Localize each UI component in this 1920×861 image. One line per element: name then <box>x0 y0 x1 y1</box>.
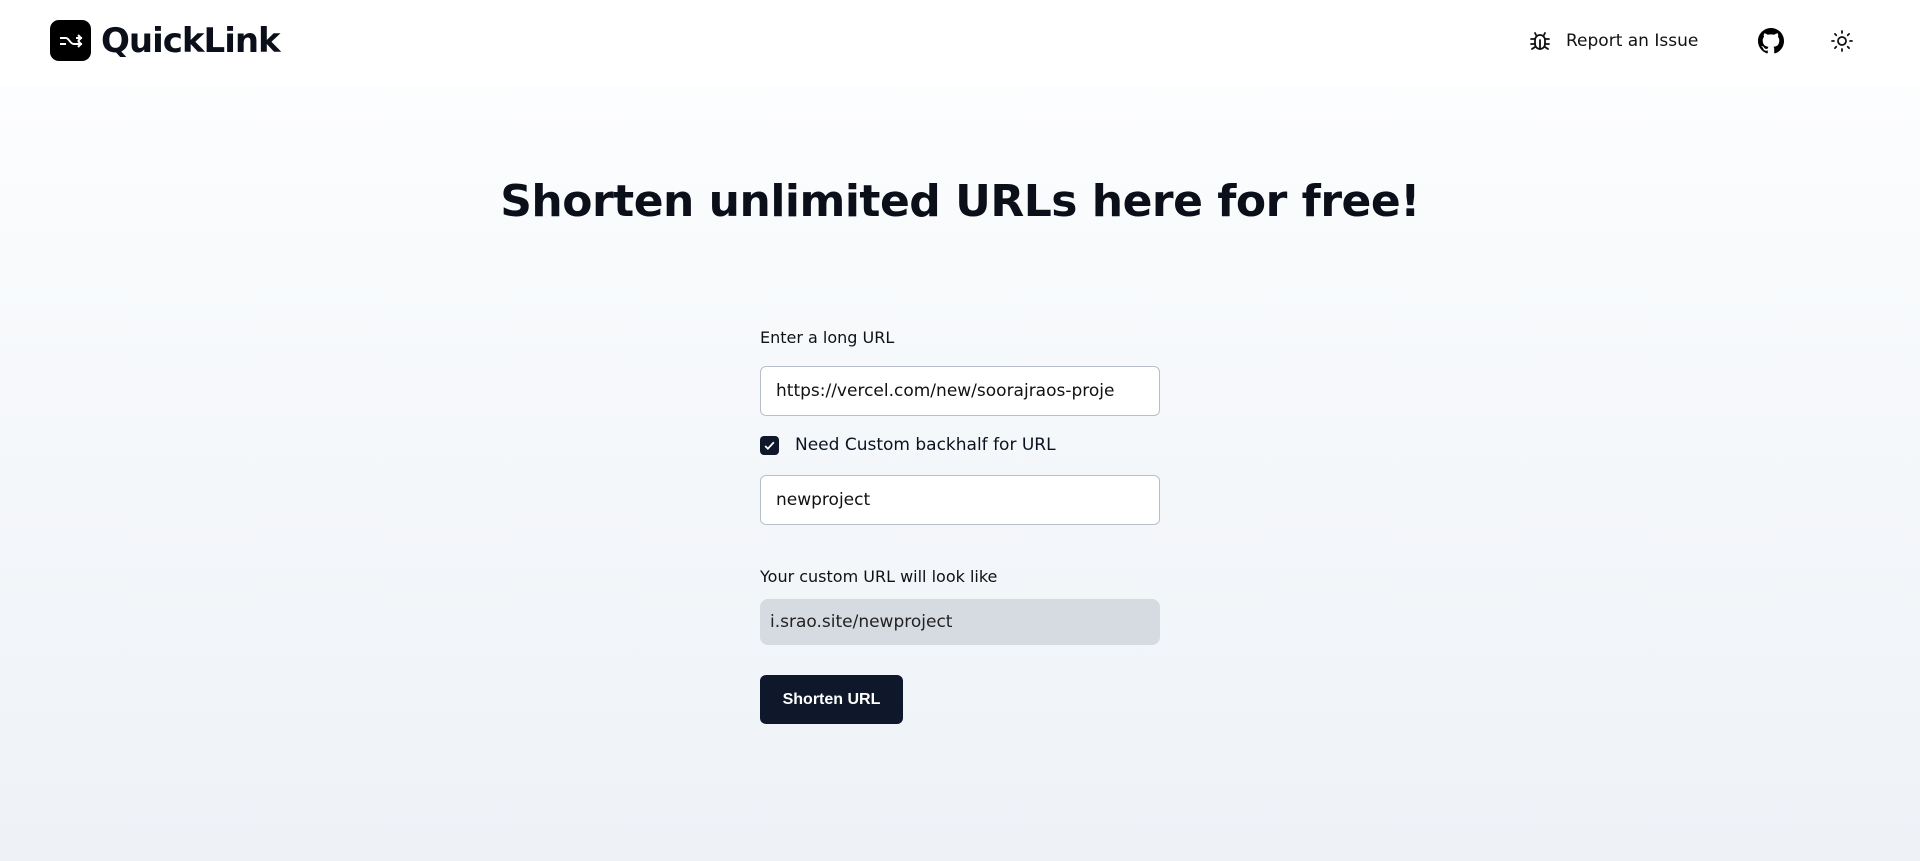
page-title: Shorten unlimited URLs here for free! <box>500 176 1420 227</box>
custom-backhalf-toggle[interactable]: Need Custom backhalf for URL <box>760 430 1160 460</box>
brand-name: QuickLink <box>101 20 281 61</box>
sun-icon <box>1831 30 1853 52</box>
check-icon <box>764 441 775 450</box>
github-icon <box>1758 28 1784 54</box>
header: QuickLink Report an Issue <box>0 0 1920 86</box>
brand-logo[interactable]: QuickLink <box>50 20 281 61</box>
custom-backhalf-label: Need Custom backhalf for URL <box>795 435 1056 455</box>
theme-toggle-button[interactable] <box>1830 24 1854 58</box>
shorten-url-button[interactable]: Shorten URL <box>760 675 903 724</box>
shorten-form: Enter a long URL https://vercel.com/new/… <box>760 326 1160 724</box>
preview-label: Your custom URL will look like <box>760 567 998 586</box>
custom-backhalf-checkbox[interactable] <box>760 435 779 455</box>
long-url-label: Enter a long URL <box>760 328 895 347</box>
link-shuffle-icon <box>50 20 91 61</box>
report-issue-label: Report an Issue <box>1566 31 1699 51</box>
backhalf-input[interactable]: newproject <box>760 475 1160 525</box>
custom-url-preview: i.srao.site/newproject <box>760 599 1160 645</box>
bug-icon <box>1530 32 1550 50</box>
report-issue-link[interactable]: Report an Issue <box>1528 24 1698 58</box>
github-button[interactable] <box>1758 24 1784 58</box>
long-url-input[interactable]: https://vercel.com/new/soorajraos-proje <box>760 366 1160 416</box>
